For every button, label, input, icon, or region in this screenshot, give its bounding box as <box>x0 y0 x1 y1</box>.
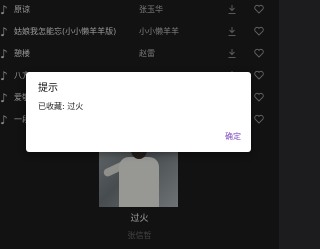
dialog-message: 已收藏: 过火 <box>38 102 84 111</box>
alert-dialog: 提示 已收藏: 过火 确定 <box>26 72 251 152</box>
dialog-title: 提示 <box>38 83 58 94</box>
ok-button[interactable]: 确定 <box>225 131 241 143</box>
